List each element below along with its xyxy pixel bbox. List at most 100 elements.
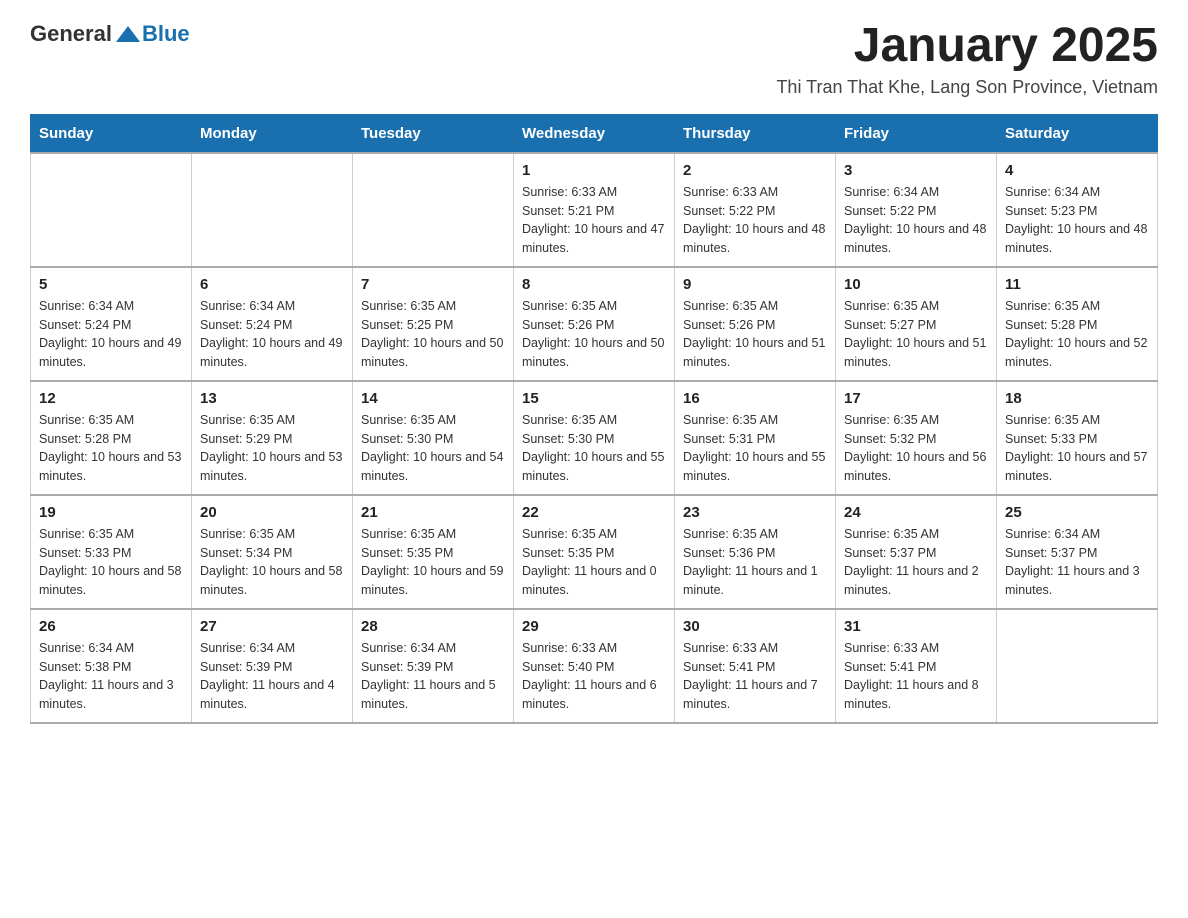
day-number: 30 [683,618,827,635]
day-info: Sunrise: 6:35 AMSunset: 5:35 PMDaylight:… [522,525,666,600]
calendar-cell: 13 Sunrise: 6:35 AMSunset: 5:29 PMDayligh… [192,381,353,495]
logo-icon [114,20,142,48]
day-info: Sunrise: 6:35 AMSunset: 5:27 PMDaylight:… [844,297,988,372]
day-info: Sunrise: 6:34 AMSunset: 5:37 PMDaylight:… [1005,525,1149,600]
day-number: 4 [1005,162,1149,179]
logo-blue: Blue [142,21,190,47]
day-number: 10 [844,276,988,293]
day-number: 13 [200,390,344,407]
calendar-cell [353,153,514,267]
day-info: Sunrise: 6:35 AMSunset: 5:28 PMDaylight:… [39,411,183,486]
day-number: 19 [39,504,183,521]
calendar-header-wednesday: Wednesday [514,114,675,153]
calendar-cell: 24 Sunrise: 6:35 AMSunset: 5:37 PMDayligh… [836,495,997,609]
day-number: 18 [1005,390,1149,407]
logo: General Blue [30,20,190,48]
calendar-cell: 25 Sunrise: 6:34 AMSunset: 5:37 PMDayligh… [997,495,1158,609]
calendar-week-row: 26 Sunrise: 6:34 AMSunset: 5:38 PMDayligh… [31,609,1158,723]
day-number: 12 [39,390,183,407]
page-header: General Blue January 2025 Thi Tran That … [30,20,1158,98]
day-info: Sunrise: 6:35 AMSunset: 5:37 PMDaylight:… [844,525,988,600]
day-number: 20 [200,504,344,521]
day-info: Sunrise: 6:34 AMSunset: 5:39 PMDaylight:… [361,639,505,714]
day-info: Sunrise: 6:35 AMSunset: 5:34 PMDaylight:… [200,525,344,600]
day-info: Sunrise: 6:34 AMSunset: 5:24 PMDaylight:… [39,297,183,372]
calendar-cell: 30 Sunrise: 6:33 AMSunset: 5:41 PMDayligh… [675,609,836,723]
calendar-week-row: 12 Sunrise: 6:35 AMSunset: 5:28 PMDayligh… [31,381,1158,495]
day-number: 2 [683,162,827,179]
month-title: January 2025 [776,20,1158,73]
day-number: 5 [39,276,183,293]
day-number: 28 [361,618,505,635]
day-number: 6 [200,276,344,293]
day-number: 11 [1005,276,1149,293]
day-number: 15 [522,390,666,407]
day-info: Sunrise: 6:35 AMSunset: 5:29 PMDaylight:… [200,411,344,486]
day-info: Sunrise: 6:35 AMSunset: 5:28 PMDaylight:… [1005,297,1149,372]
day-number: 16 [683,390,827,407]
day-info: Sunrise: 6:33 AMSunset: 5:22 PMDaylight:… [683,183,827,258]
calendar-cell: 29 Sunrise: 6:33 AMSunset: 5:40 PMDayligh… [514,609,675,723]
calendar-cell: 2 Sunrise: 6:33 AMSunset: 5:22 PMDaylight… [675,153,836,267]
calendar-cell: 11 Sunrise: 6:35 AMSunset: 5:28 PMDayligh… [997,267,1158,381]
calendar-cell: 6 Sunrise: 6:34 AMSunset: 5:24 PMDaylight… [192,267,353,381]
calendar-cell: 1Sunrise: 6:33 AMSunset: 5:21 PMDaylight… [514,153,675,267]
calendar-cell: 12 Sunrise: 6:35 AMSunset: 5:28 PMDayligh… [31,381,192,495]
day-number: 25 [1005,504,1149,521]
title-block: January 2025 Thi Tran That Khe, Lang Son… [776,20,1158,98]
calendar-cell: 15 Sunrise: 6:35 AMSunset: 5:30 PMDayligh… [514,381,675,495]
day-info: Sunrise: 6:34 AMSunset: 5:24 PMDaylight:… [200,297,344,372]
calendar-cell: 7Sunrise: 6:35 AMSunset: 5:25 PMDaylight… [353,267,514,381]
calendar-cell: 16Sunrise: 6:35 AMSunset: 5:31 PMDayligh… [675,381,836,495]
calendar-cell: 9 Sunrise: 6:35 AMSunset: 5:26 PMDaylight… [675,267,836,381]
calendar-header-sunday: Sunday [31,114,192,153]
day-info: Sunrise: 6:35 AMSunset: 5:33 PMDaylight:… [39,525,183,600]
day-info: Sunrise: 6:33 AMSunset: 5:40 PMDaylight:… [522,639,666,714]
calendar-cell: 27Sunrise: 6:34 AMSunset: 5:39 PMDayligh… [192,609,353,723]
calendar-header-row: SundayMondayTuesdayWednesdayThursdayFrid… [31,114,1158,153]
calendar-header-saturday: Saturday [997,114,1158,153]
calendar-cell: 22Sunrise: 6:35 AMSunset: 5:35 PMDayligh… [514,495,675,609]
day-number: 3 [844,162,988,179]
day-info: Sunrise: 6:35 AMSunset: 5:30 PMDaylight:… [361,411,505,486]
day-info: Sunrise: 6:33 AMSunset: 5:41 PMDaylight:… [683,639,827,714]
calendar-week-row: 5 Sunrise: 6:34 AMSunset: 5:24 PMDaylight… [31,267,1158,381]
day-info: Sunrise: 6:34 AMSunset: 5:38 PMDaylight:… [39,639,183,714]
day-number: 9 [683,276,827,293]
calendar-cell: 31Sunrise: 6:33 AMSunset: 5:41 PMDayligh… [836,609,997,723]
calendar-cell: 14 Sunrise: 6:35 AMSunset: 5:30 PMDayligh… [353,381,514,495]
day-number: 14 [361,390,505,407]
day-info: Sunrise: 6:34 AMSunset: 5:22 PMDaylight:… [844,183,988,258]
calendar-cell: 19 Sunrise: 6:35 AMSunset: 5:33 PMDayligh… [31,495,192,609]
calendar-cell: 3 Sunrise: 6:34 AMSunset: 5:22 PMDaylight… [836,153,997,267]
day-info: Sunrise: 6:35 AMSunset: 5:36 PMDaylight:… [683,525,827,600]
day-number: 23 [683,504,827,521]
calendar-week-row: 1Sunrise: 6:33 AMSunset: 5:21 PMDaylight… [31,153,1158,267]
calendar-cell: 8Sunrise: 6:35 AMSunset: 5:26 PMDaylight… [514,267,675,381]
day-info: Sunrise: 6:35 AMSunset: 5:26 PMDaylight:… [683,297,827,372]
day-number: 29 [522,618,666,635]
calendar-cell: 21 Sunrise: 6:35 AMSunset: 5:35 PMDayligh… [353,495,514,609]
calendar-header-tuesday: Tuesday [353,114,514,153]
location: Thi Tran That Khe, Lang Son Province, Vi… [776,77,1158,98]
calendar-table: SundayMondayTuesdayWednesdayThursdayFrid… [30,114,1158,724]
day-info: Sunrise: 6:35 AMSunset: 5:25 PMDaylight:… [361,297,505,372]
day-number: 26 [39,618,183,635]
day-info: Sunrise: 6:35 AMSunset: 5:30 PMDaylight:… [522,411,666,486]
calendar-cell [997,609,1158,723]
calendar-cell: 18 Sunrise: 6:35 AMSunset: 5:33 PMDayligh… [997,381,1158,495]
day-info: Sunrise: 6:35 AMSunset: 5:35 PMDaylight:… [361,525,505,600]
day-number: 24 [844,504,988,521]
day-number: 21 [361,504,505,521]
calendar-cell: 28 Sunrise: 6:34 AMSunset: 5:39 PMDayligh… [353,609,514,723]
calendar-header-monday: Monday [192,114,353,153]
calendar-cell: 5 Sunrise: 6:34 AMSunset: 5:24 PMDaylight… [31,267,192,381]
calendar-cell: 4Sunrise: 6:34 AMSunset: 5:23 PMDaylight… [997,153,1158,267]
calendar-header-friday: Friday [836,114,997,153]
calendar-header-thursday: Thursday [675,114,836,153]
calendar-cell [192,153,353,267]
day-number: 8 [522,276,666,293]
day-info: Sunrise: 6:35 AMSunset: 5:33 PMDaylight:… [1005,411,1149,486]
calendar-cell: 10 Sunrise: 6:35 AMSunset: 5:27 PMDayligh… [836,267,997,381]
day-info: Sunrise: 6:33 AMSunset: 5:21 PMDaylight:… [522,183,666,258]
